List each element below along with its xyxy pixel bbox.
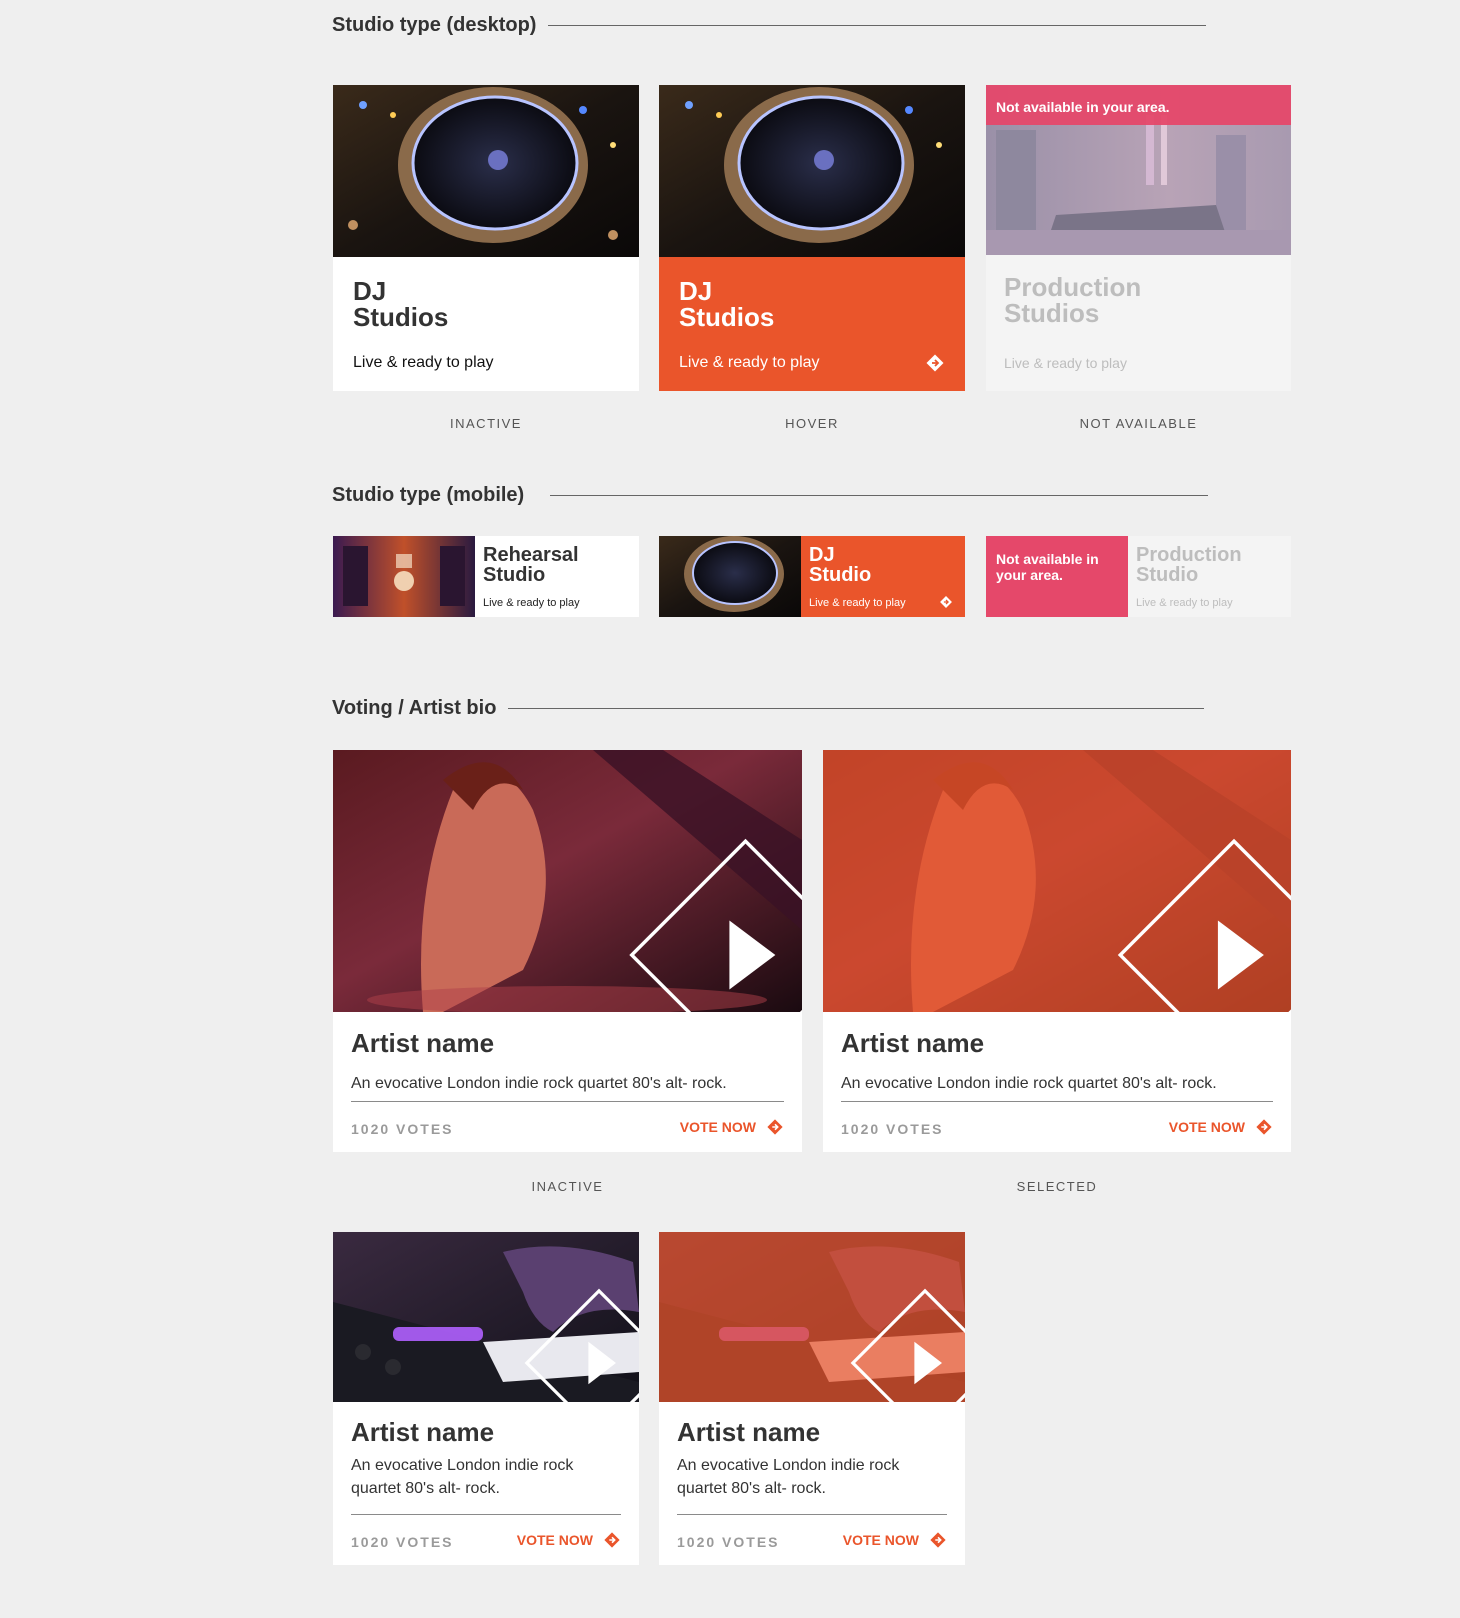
- studio-card-production-unavailable: Not available in your area. Production S…: [986, 85, 1291, 391]
- arrow-diamond-icon: [604, 1532, 620, 1548]
- not-available-banner: Not available in your area.: [986, 85, 1291, 125]
- vote-now-label: VOTE NOW: [842, 1532, 919, 1548]
- artist-card-small-selected[interactable]: Artist name An evocative London indie ro…: [659, 1232, 965, 1565]
- studio-subtitle: Live & ready to play: [1004, 355, 1127, 371]
- dj-studio-image: [659, 536, 801, 617]
- artist-image: [823, 750, 1291, 1072]
- mobile-studio-card-production-unavailable: Not available in your area. Production S…: [986, 536, 1291, 617]
- section-header-desktop: Studio type (desktop): [332, 14, 1207, 37]
- section-divider: [548, 25, 1207, 26]
- arrow-diamond-icon: [930, 1532, 946, 1548]
- artist-name: Artist name: [351, 1028, 495, 1058]
- state-label-inactive: INACTIVE: [531, 1179, 604, 1194]
- not-available-banner: Not available in your area.: [986, 536, 1128, 617]
- studio-card-dj-hover[interactable]: DJ Studios Live & ready to play: [659, 85, 965, 391]
- dj-studio-image: [659, 85, 965, 257]
- artist-description: An evocative London indie rock quartet 8…: [351, 1075, 727, 1092]
- studio-subtitle: Live & ready to play: [353, 354, 494, 371]
- play-icon[interactable]: [511, 824, 802, 1086]
- mobile-studio-card-rehearsal[interactable]: Rehearsal Studio Live & ready to play: [333, 536, 639, 617]
- state-label-selected: SELECTED: [1016, 1179, 1098, 1194]
- studio-title: DJ Studios: [353, 276, 449, 332]
- vote-now-button[interactable]: VOTE NOW: [843, 1531, 947, 1549]
- artist-description: An evocative London indie rock quartet 8…: [841, 1075, 1217, 1092]
- artist-name: Artist name: [677, 1417, 821, 1447]
- studio-subtitle: Live & ready to play: [1136, 597, 1233, 609]
- rehearsal-studio-image: [333, 536, 475, 617]
- card-divider: [677, 1514, 947, 1515]
- state-label-not-available: NOT AVAILABLE: [1079, 416, 1198, 431]
- arrow-diamond-icon[interactable]: [925, 353, 945, 373]
- arrow-diamond-icon[interactable]: [939, 595, 953, 609]
- state-label-inactive: INACTIVE: [450, 416, 522, 431]
- studio-title: Production Studio: [1136, 544, 1242, 586]
- artist-name: Artist name: [351, 1417, 495, 1447]
- studio-title: DJ Studios: [679, 276, 775, 332]
- section-divider: [550, 495, 1209, 496]
- artist-card-large-inactive[interactable]: Artist name An evocative London indie ro…: [333, 750, 802, 1152]
- arrow-diamond-icon: [1256, 1119, 1272, 1135]
- section-divider: [508, 708, 1205, 709]
- studio-subtitle: Live & ready to play: [483, 597, 580, 609]
- section-header-voting: Voting / Artist bio: [332, 697, 1205, 720]
- vote-now-label: VOTE NOW: [679, 1119, 756, 1135]
- state-label-hover: HOVER: [785, 416, 839, 431]
- vote-count: 1020 VOTES: [351, 1121, 454, 1137]
- vote-now-button[interactable]: VOTE NOW: [1169, 1118, 1273, 1136]
- vote-now-button[interactable]: VOTE NOW: [517, 1531, 621, 1549]
- arrow-diamond-icon: [767, 1119, 783, 1135]
- artist-description: An evocative London indie rock quartet 8…: [677, 1457, 900, 1497]
- dj-studio-image: [333, 85, 639, 257]
- section-title: Studio type (desktop): [332, 14, 537, 36]
- artist-image: [333, 1232, 639, 1438]
- artist-description: An evocative London indie rock quartet 8…: [351, 1457, 574, 1497]
- mobile-studio-card-dj-hover[interactable]: DJ Studio Live & ready to play: [659, 536, 965, 617]
- studio-subtitle: Live & ready to play: [809, 597, 906, 609]
- card-divider: [351, 1514, 621, 1515]
- artist-card-large-selected[interactable]: Artist name An evocative London indie ro…: [823, 750, 1291, 1152]
- vote-count: 1020 VOTES: [351, 1534, 454, 1550]
- vote-count: 1020 VOTES: [677, 1534, 780, 1550]
- card-divider: [351, 1101, 784, 1102]
- vote-now-label: VOTE NOW: [1168, 1119, 1245, 1135]
- section-title: Voting / Artist bio: [332, 697, 497, 719]
- vote-now-label: VOTE NOW: [516, 1532, 593, 1548]
- studio-subtitle: Live & ready to play: [679, 354, 820, 371]
- studio-card-dj-inactive[interactable]: DJ Studios Live & ready to play: [333, 85, 639, 391]
- artist-card-small-inactive[interactable]: Artist name An evocative London indie ro…: [333, 1232, 639, 1565]
- section-header-mobile: Studio type (mobile): [332, 484, 1209, 507]
- section-title: Studio type (mobile): [332, 484, 525, 506]
- studio-title: Production Studios: [1004, 272, 1142, 328]
- artist-image: [659, 1232, 965, 1438]
- vote-count: 1020 VOTES: [841, 1121, 944, 1137]
- artist-image: [333, 750, 802, 1072]
- play-icon[interactable]: [1000, 824, 1291, 1086]
- studio-title: DJ Studio: [809, 544, 872, 586]
- vote-now-button[interactable]: VOTE NOW: [680, 1118, 784, 1136]
- studio-title: Rehearsal Studio: [483, 544, 579, 586]
- artist-name: Artist name: [841, 1028, 985, 1058]
- card-divider: [841, 1101, 1273, 1102]
